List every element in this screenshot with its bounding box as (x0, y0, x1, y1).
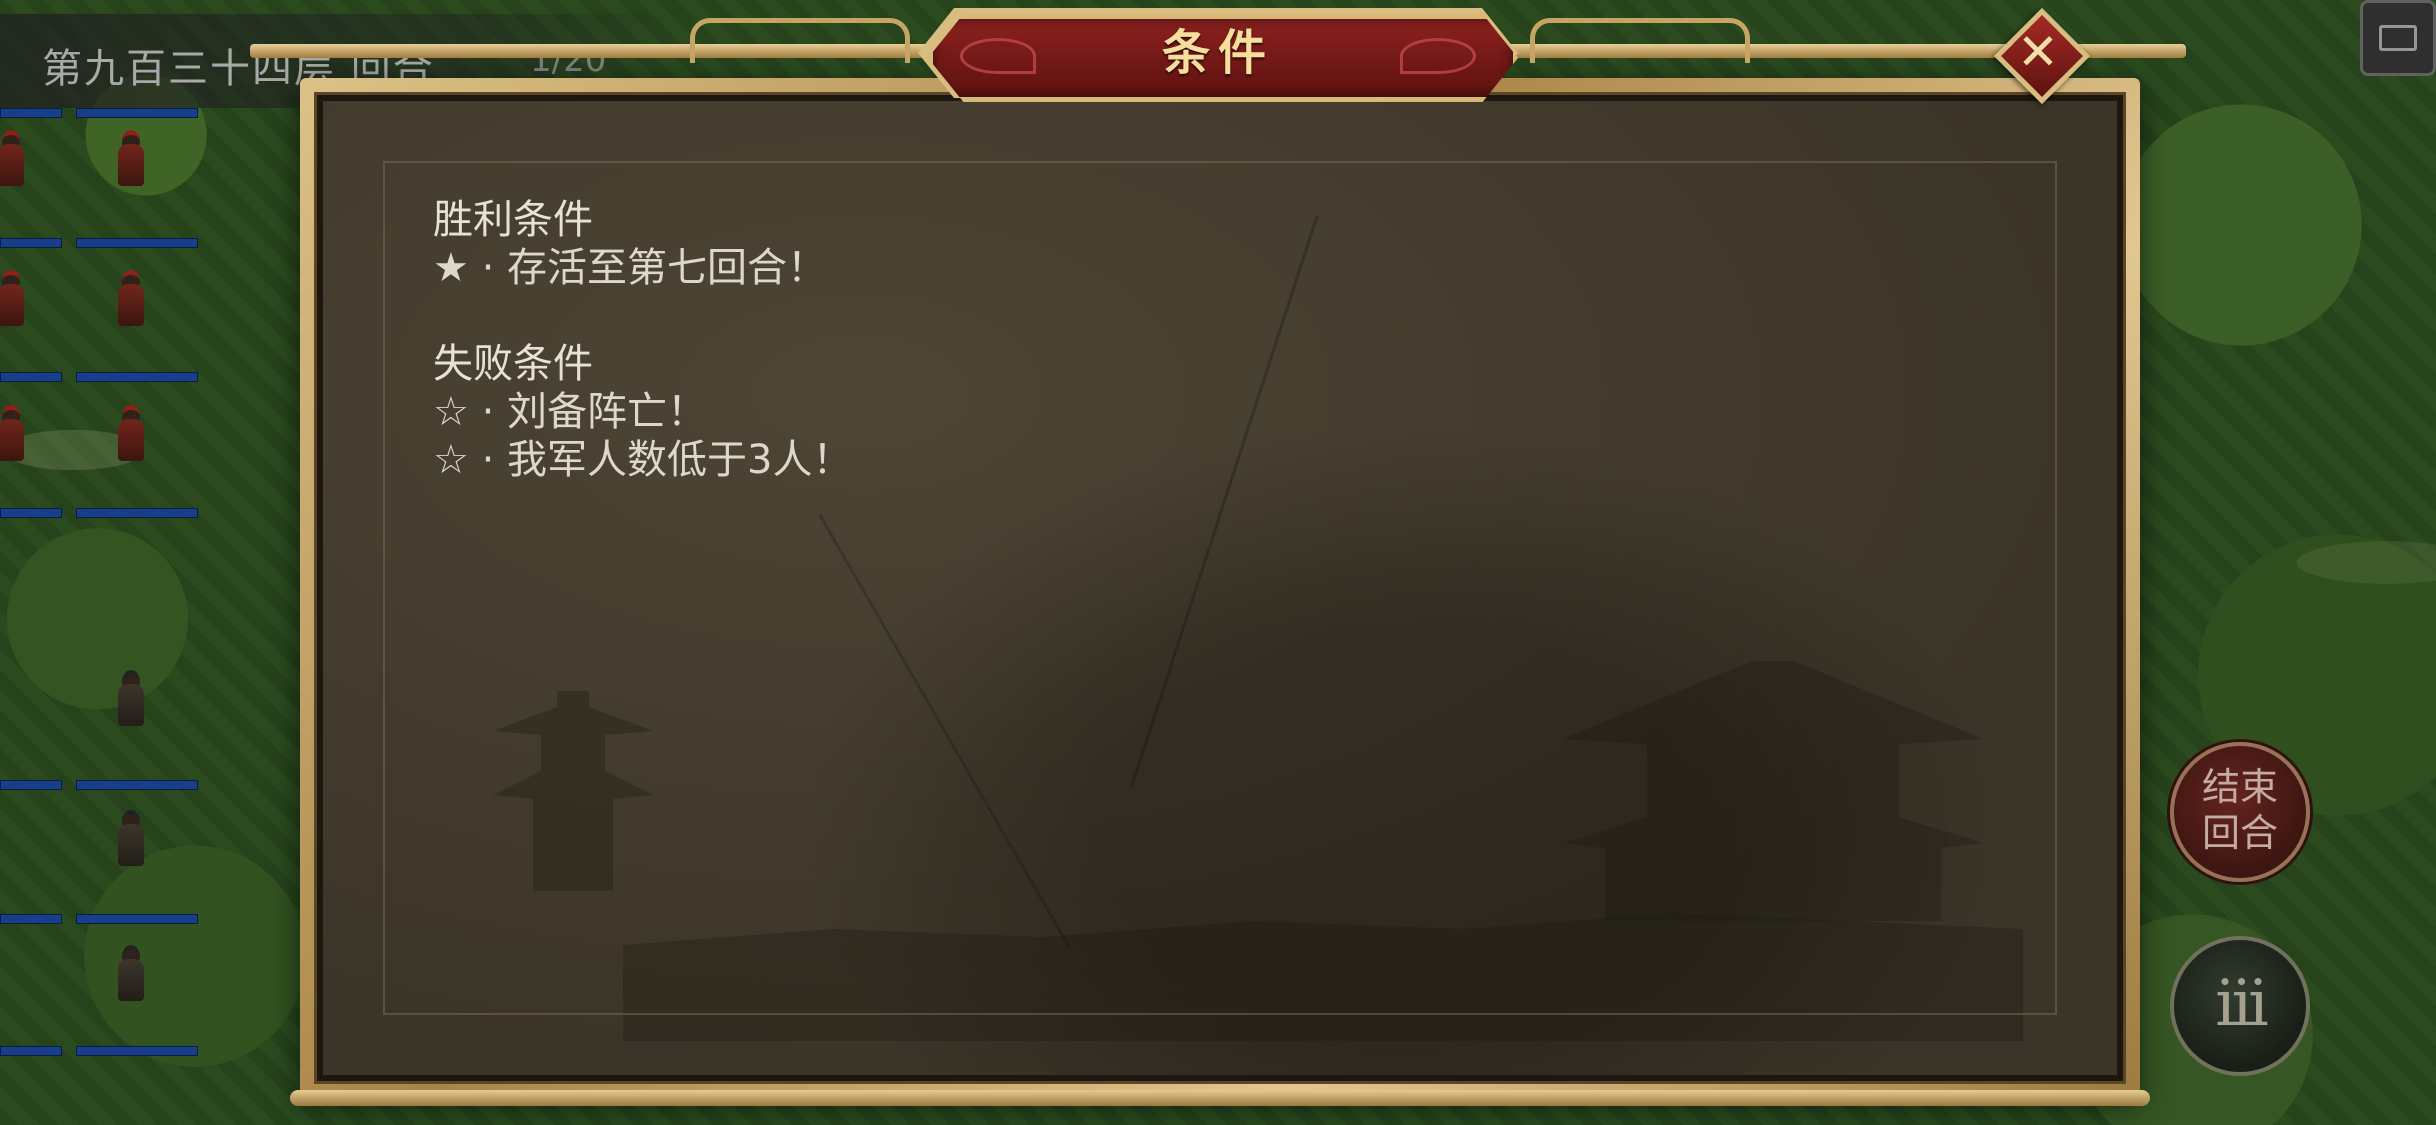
title-scroll-ornament (1530, 18, 1750, 63)
dialog-bottom-trim (290, 1090, 2150, 1106)
conditions-panel: 胜利条件 ★ · 存活至第七回合！ 失败条件 ☆ · 刘备阵亡！ ☆ · 我军人… (323, 101, 2117, 1075)
title-scroll-ornament (690, 18, 910, 63)
conditions-text: 胜利条件 ★ · 存活至第七回合！ 失败条件 ☆ · 刘备阵亡！ ☆ · 我军人… (433, 196, 852, 484)
defeat-item: ☆ · 我军人数低于3人！ (433, 437, 853, 483)
close-icon: ✕ (2017, 23, 2059, 81)
victory-item: ★ · 存活至第七回合！ (433, 245, 828, 291)
close-button[interactable]: ✕ (1993, 7, 2091, 105)
dialog-body: 胜利条件 ★ · 存活至第七回合！ 失败条件 ☆ · 刘备阵亡！ ☆ · 我军人… (314, 92, 2126, 1084)
conditions-dialog: 胜利条件 ★ · 存活至第七回合！ 失败条件 ☆ · 刘备阵亡！ ☆ · 我军人… (300, 78, 2140, 1098)
victory-heading: 胜利条件 (433, 197, 593, 243)
defeat-heading: 失败条件 (433, 341, 593, 387)
dialog-title: 条件 (1161, 25, 1274, 81)
defeat-item: ☆ · 刘备阵亡！ (433, 389, 708, 435)
